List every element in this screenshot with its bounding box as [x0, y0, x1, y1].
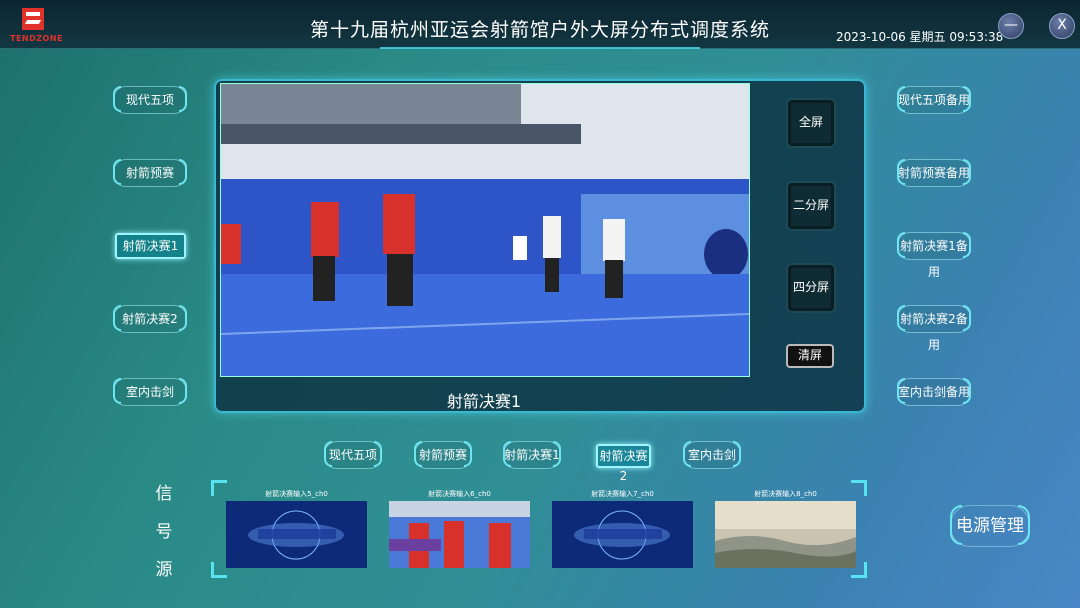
minimize-button[interactable]: — — [998, 13, 1024, 39]
thumb-caption-3: 射箭决赛输入7_ch0 — [591, 490, 654, 498]
right-menu-item-3[interactable]: 射箭决赛1备用 — [897, 232, 971, 279]
thumb-caption-4: 射箭决赛输入8_ch0 — [754, 490, 817, 498]
scene-tab-4[interactable]: 射箭决赛2 — [596, 444, 651, 483]
thumb-caption-1: 射箭决赛输入5_ch0 — [265, 490, 328, 498]
signal-thumb-3[interactable] — [552, 501, 693, 568]
left-menu-item-2[interactable]: 射箭预赛 — [113, 159, 187, 187]
landscape-thumbnail — [715, 501, 856, 568]
strip-corner-bl — [211, 562, 227, 578]
split-2-button[interactable]: 二分屏 — [786, 181, 836, 231]
right-menu-item-4[interactable]: 射箭决赛2备用 — [897, 305, 971, 352]
signal-thumb-2[interactable] — [389, 501, 530, 568]
left-menu-item-5[interactable]: 室内击剑 — [113, 378, 187, 406]
thumb-caption-2: 射箭决赛输入6_ch0 — [428, 490, 491, 498]
header-bar: TENDZONE 第十九届杭州亚运会射箭馆户外大屏分布式调度系统 2023-10… — [0, 0, 1080, 49]
right-menu-item-5[interactable]: 室内击剑备用 — [897, 378, 971, 406]
signal-source-label-1: 信 — [155, 484, 173, 504]
full-screen-button[interactable]: 全屏 — [786, 98, 836, 148]
globe-thumbnail — [226, 501, 367, 568]
datetime-display: 2023-10-06 星期五 09:53:38 — [836, 30, 1004, 44]
split-4-button[interactable]: 四分屏 — [786, 263, 836, 313]
clear-screen-button[interactable]: 清屏 — [786, 344, 834, 368]
close-button[interactable]: X — [1049, 13, 1075, 39]
scene-tab-2[interactable]: 射箭预赛 — [414, 441, 472, 469]
strip-corner-tl — [211, 480, 227, 496]
signal-source-label-2: 号 — [155, 522, 173, 542]
right-menu-item-1[interactable]: 现代五项备用 — [897, 86, 971, 114]
signal-thumb-4[interactable] — [715, 501, 856, 568]
scene-tab-1[interactable]: 现代五项 — [324, 441, 382, 469]
signal-thumb-1[interactable] — [226, 501, 367, 568]
globe-thumbnail — [552, 501, 693, 568]
power-management-button[interactable]: 电源管理 — [950, 505, 1030, 547]
archery-scene-image — [221, 84, 749, 376]
scene-tab-5[interactable]: 室内击剑 — [683, 441, 741, 469]
archery-thumbnail — [389, 501, 530, 568]
main-video-preview[interactable] — [220, 83, 750, 377]
right-menu-item-2[interactable]: 射箭预赛备用 — [897, 159, 971, 187]
left-menu-item-1[interactable]: 现代五项 — [113, 86, 187, 114]
left-menu-item-3[interactable]: 射箭决赛1 — [115, 233, 186, 259]
left-menu-item-4[interactable]: 射箭决赛2 — [113, 305, 187, 333]
signal-source-label-3: 源 — [155, 560, 173, 580]
main-display-label: 射箭决赛1 — [446, 392, 522, 411]
scene-tab-3[interactable]: 射箭决赛1 — [503, 441, 561, 469]
